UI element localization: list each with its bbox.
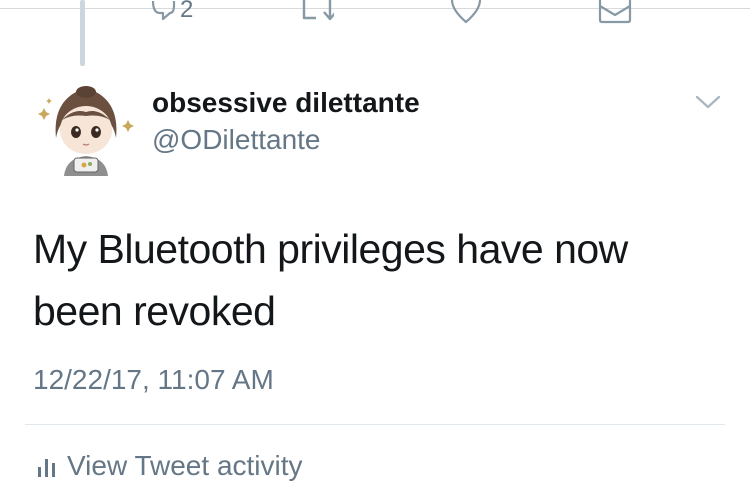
reply-button[interactable]: 2: [150, 0, 193, 24]
previous-tweet-action-bar: 2: [0, 0, 750, 30]
tweet-timestamp: 12/22/17, 11:07 AM: [33, 364, 274, 395]
activity-bars-icon: [38, 459, 55, 477]
author-display-name[interactable]: obsessive dilettante: [152, 87, 420, 119]
caret-down-icon: [695, 95, 721, 109]
like-icon: [450, 0, 482, 24]
view-tweet-activity-link[interactable]: View Tweet activity: [37, 450, 303, 482]
direct-message-icon: [598, 0, 632, 24]
reply-icon: [151, 1, 176, 21]
tweet-text: My Bluetooth privileges have now been re…: [33, 226, 628, 334]
divider: [25, 424, 725, 425]
avatar[interactable]: [34, 72, 138, 176]
direct-message-button[interactable]: [598, 0, 632, 24]
retweet-icon: [302, 0, 334, 21]
reply-count: 2: [180, 0, 194, 23]
activity-label: View Tweet activity: [67, 450, 303, 481]
retweet-button[interactable]: [300, 0, 334, 24]
tweet-options-button[interactable]: [694, 94, 722, 115]
author-handle[interactable]: @ODilettante: [152, 124, 321, 156]
like-button[interactable]: [450, 0, 482, 24]
